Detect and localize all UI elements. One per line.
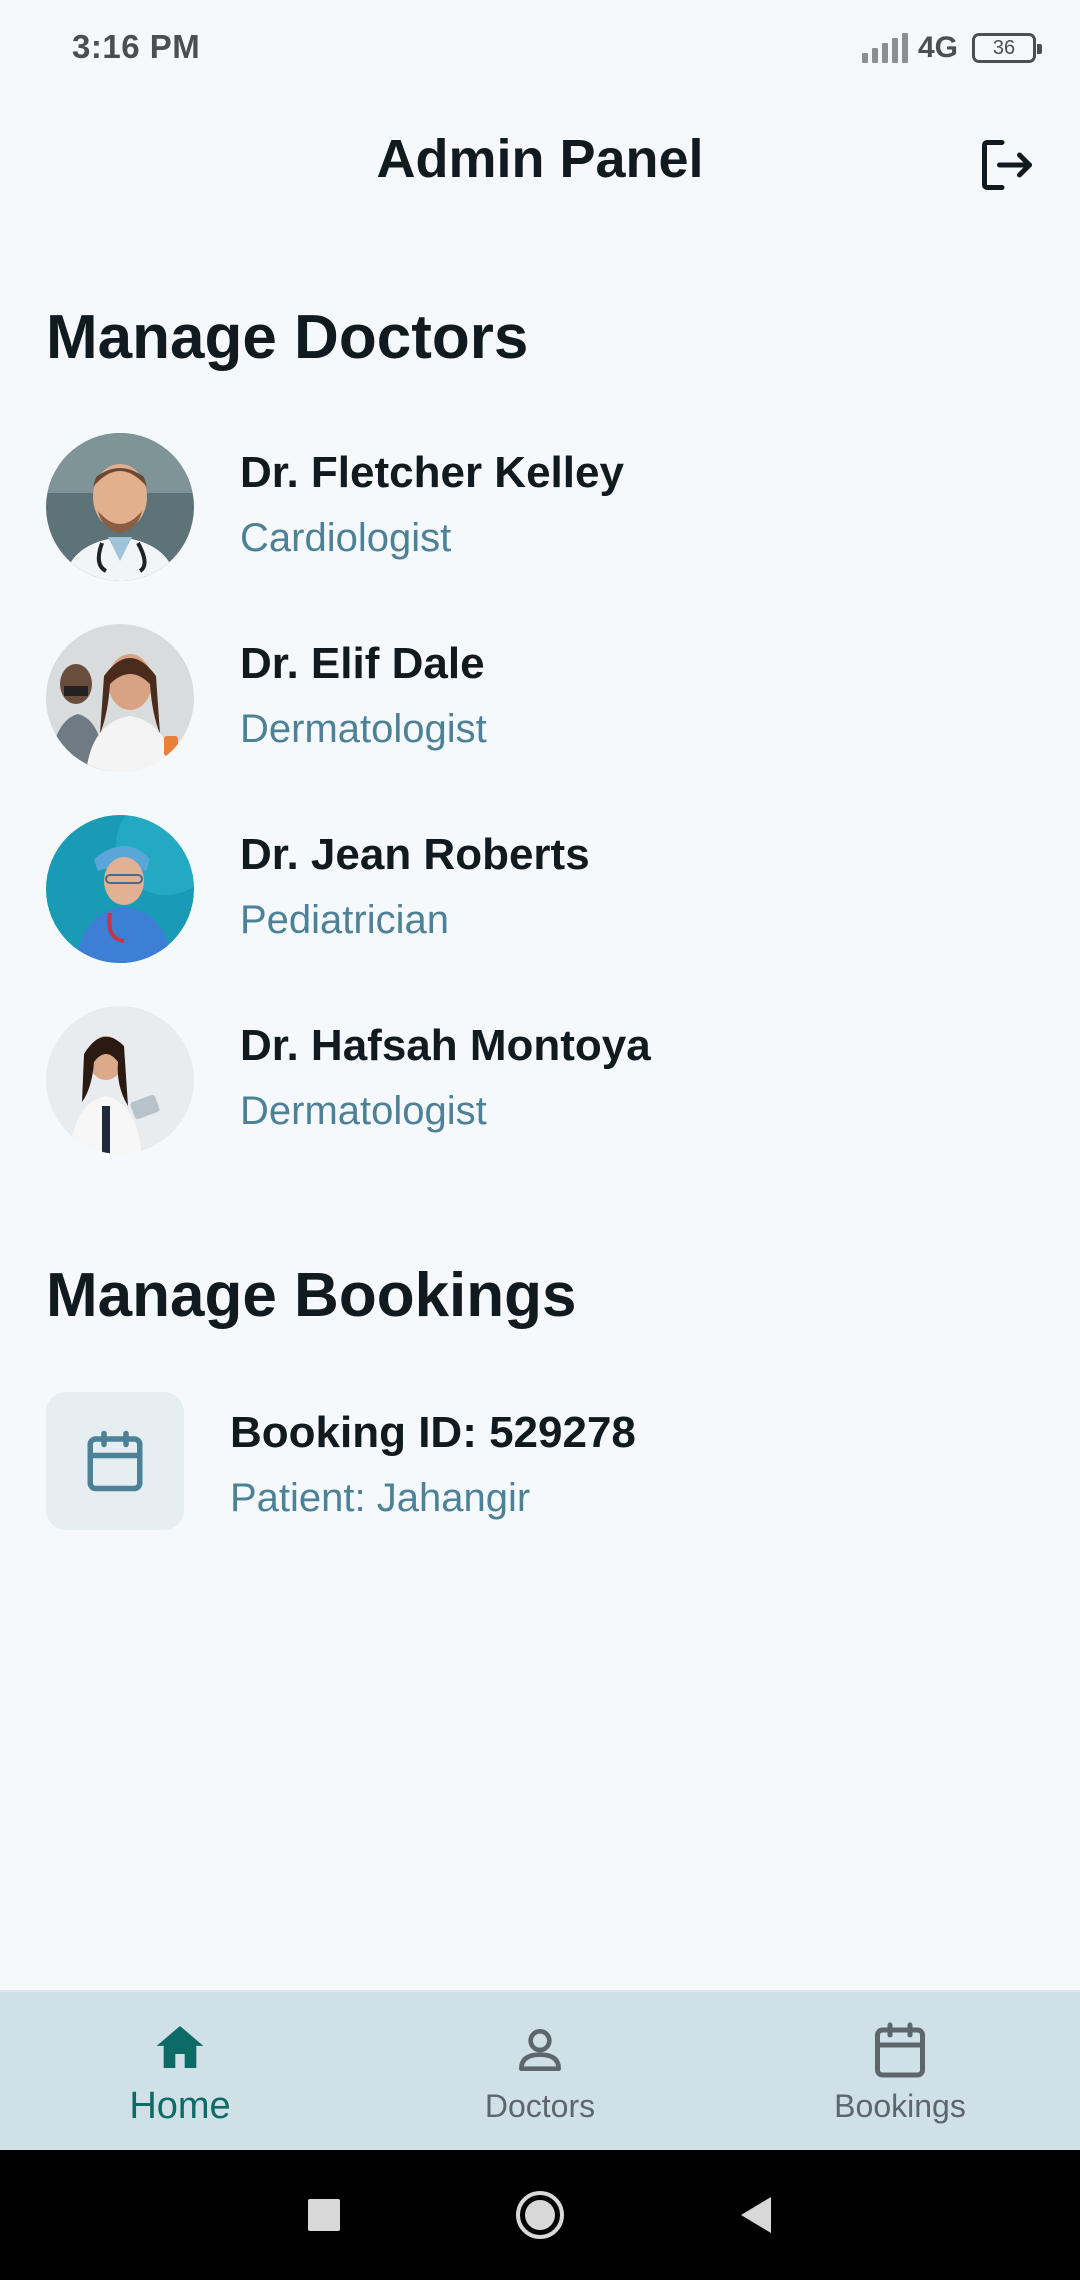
doctor-specialty: Pediatrician [240,898,450,942]
doctor-avatar [46,433,194,581]
bottom-navigation: Home Doctors Bookings [0,1990,1080,2150]
status-bar: 3:16 PM 4G 36 [0,0,1080,96]
back-triangle-icon [741,2197,771,2233]
back-button[interactable] [648,2195,864,2235]
doctor-name: Dr. Elif Dale [240,639,485,688]
nav-label: Doctors [484,2087,596,2124]
doctor-item[interactable]: Dr. Elif Dale Dermatologist [46,615,1046,806]
doctor-name: Dr. Jean Roberts [240,830,590,879]
nav-label: Bookings [834,2087,966,2124]
square-icon [308,2199,340,2231]
calendar-icon [87,1430,143,1492]
page-title: Admin Panel [376,129,704,189]
doctor-name: Dr. Fletcher Kelley [240,448,624,497]
bookings-section-title: Manage Bookings [46,1261,577,1330]
doctor-specialty: Dermatologist [240,707,487,751]
booking-id: Booking ID: 529278 [230,1408,636,1457]
nav-label: Home [129,2084,231,2127]
doctor-specialty: Cardiologist [240,516,452,560]
nav-item-doctors[interactable]: Doctors [360,1992,720,2150]
screen: 3:16 PM 4G 36 Admin Panel Manage Doctors [0,0,1080,2280]
signal-icon [861,33,908,63]
doctor-item[interactable]: Dr. Hafsah Montoya Dermatologist [46,997,1046,1188]
battery-level: 36 [992,36,1016,59]
doctor-info: Dr. Hafsah Montoya Dermatologist [240,1019,651,1135]
home-icon [152,2015,208,2079]
doctor-item[interactable]: Dr. Jean Roberts Pediatrician [46,806,1046,997]
booking-icon-box [46,1392,184,1530]
doctors-section-title: Manage Doctors [46,303,529,372]
doctor-info: Dr. Elif Dale Dermatologist [240,637,487,753]
recents-button[interactable] [216,2197,432,2233]
nav-item-home[interactable]: Home [0,1992,360,2150]
person-icon [512,2018,568,2082]
status-time: 3:16 PM [72,28,201,65]
booking-patient: Patient: Jahangir [230,1476,531,1520]
logout-button[interactable] [972,130,1042,200]
logout-icon [982,140,1032,190]
nav-item-bookings[interactable]: Bookings [720,1992,1080,2150]
network-type: 4G [917,31,958,64]
system-navigation-bar [0,2150,1080,2280]
doctor-avatar [46,624,194,772]
circle-icon [516,2191,564,2239]
doctor-info: Dr. Jean Roberts Pediatrician [240,828,590,944]
doctor-specialty: Dermatologist [240,1089,487,1133]
app-bar: Admin Panel [0,96,1080,232]
status-indicators: 4G 36 [861,26,1042,70]
home-button[interactable] [432,2189,648,2241]
doctor-name: Dr. Hafsah Montoya [240,1021,651,1070]
doctor-list: Dr. Fletcher Kelley Cardiologist Dr. Eli… [46,424,1046,1188]
battery-icon: 36 [972,33,1042,63]
doctor-info: Dr. Fletcher Kelley Cardiologist [240,446,624,562]
doctor-item[interactable]: Dr. Fletcher Kelley Cardiologist [46,424,1046,615]
calendar-icon [870,2018,930,2082]
doctor-avatar [46,815,194,963]
doctor-avatar [46,1006,194,1154]
booking-info: Booking ID: 529278 Patient: Jahangir [230,1406,636,1532]
booking-item[interactable]: Booking ID: 529278 Patient: Jahangir [46,1392,1046,1532]
